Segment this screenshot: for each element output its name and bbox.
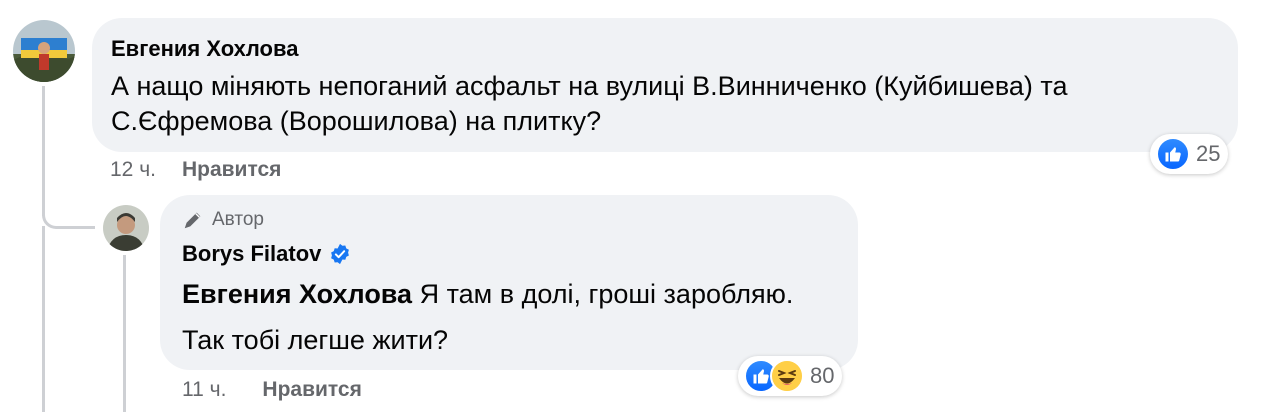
mention-link[interactable]: Евгения Хохлова	[182, 279, 412, 309]
verified-badge-icon	[331, 243, 350, 265]
comment-author[interactable]: Евгения Хохлова	[111, 36, 298, 62]
haha-icon	[770, 359, 804, 393]
comment-meta: 12 ч. Нравится	[110, 158, 281, 182]
reply-avatar[interactable]	[103, 205, 149, 251]
reaction-summary[interactable]: 25	[1150, 134, 1229, 174]
comment-bubble: Евгения Хохлова А нащо міняють непоганий…	[92, 18, 1238, 152]
reply-author-row: Borys Filatov	[182, 241, 351, 267]
reply-meta: 11 ч. Нравится	[182, 378, 362, 402]
timestamp[interactable]: 11 ч.	[182, 378, 226, 401]
avatar[interactable]	[13, 20, 75, 82]
reaction-count: 80	[810, 363, 835, 388]
like-button[interactable]: Нравится	[182, 158, 281, 181]
reply-text: Я там в долі, гроші заробляю.	[419, 279, 794, 309]
comment-text-line-2: С.Єфремова (Ворошилова) на плитку?	[111, 106, 602, 136]
like-button[interactable]: Нравится	[262, 378, 361, 401]
author-badge-label: Автор	[212, 209, 264, 230]
reply-bubble: Автор Borys Filatov Евгения Хохлова Я та…	[160, 195, 858, 370]
author-pencil-icon	[184, 212, 201, 229]
reply-reaction-summary[interactable]: 80	[738, 356, 843, 396]
timestamp[interactable]: 12 ч.	[110, 158, 156, 181]
reply-text-line-1: Евгения Хохлова Я там в долі, гроші заро…	[182, 274, 793, 314]
like-icon	[1156, 137, 1190, 171]
thread-line-lower	[42, 226, 45, 412]
reply-author[interactable]: Borys Filatov	[182, 241, 321, 267]
reaction-count: 25	[1196, 141, 1221, 166]
thread-connector	[42, 196, 95, 229]
author-badge: Автор	[182, 209, 264, 231]
comment-text-line-1: А нащо міняють непоганий асфальт на вули…	[111, 71, 1068, 101]
reply-text-line-2: Так тобі легше жити?	[182, 325, 449, 355]
reply-thread-line	[123, 255, 126, 412]
